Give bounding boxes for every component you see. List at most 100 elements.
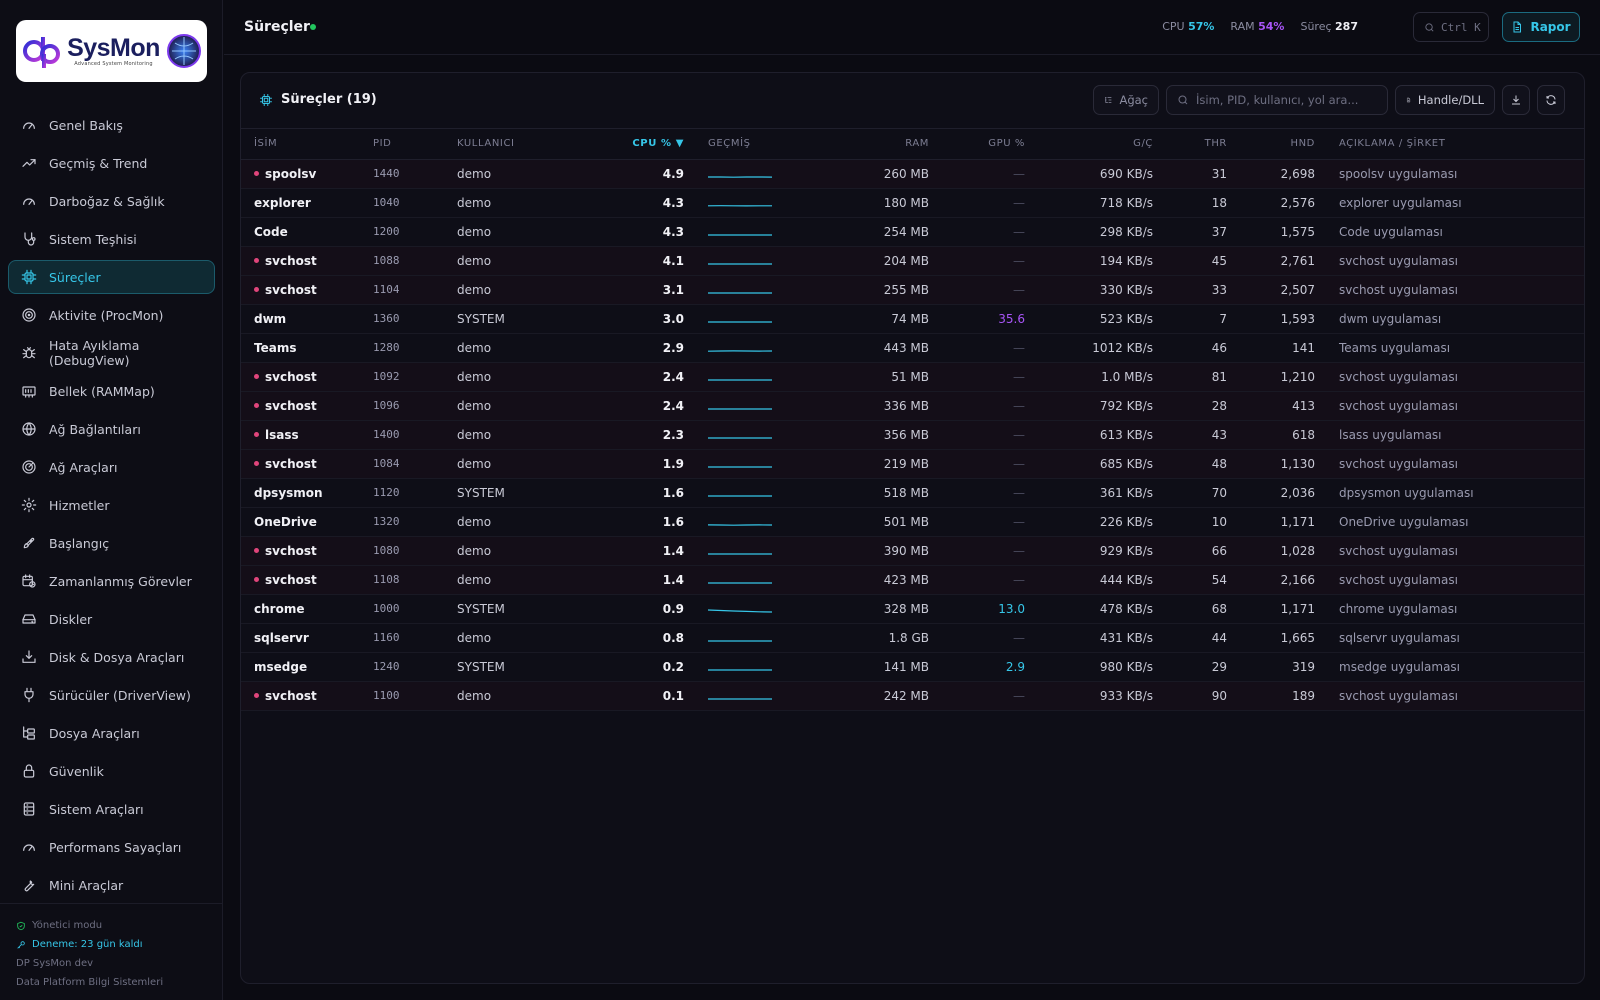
column-header-io[interactable]: G/Ç [1025,129,1153,159]
handles-cell: 1,028 [1280,543,1315,558]
user-cell: demo [457,572,492,587]
process-name: svchost [265,688,317,703]
live-status-dot [310,24,316,30]
user-cell: demo [457,630,492,645]
table-row[interactable]: msedge 1240 SYSTEM 0.2 141 MB 2.9 980 KB/s 29 31… [241,652,1584,681]
sidebar-item-diskler[interactable]: Diskler [8,602,215,636]
table-row[interactable]: svchost 1104 demo 3.1 255 MB — 330 KB/s 33 2,507… [241,275,1584,304]
pid-cell: 1200 [373,225,400,238]
pid-cell: 1440 [373,167,400,180]
product-version: DP SysMon dev [16,958,94,969]
table-row[interactable]: svchost 1084 demo 1.9 219 MB — 685 KB/s 48 1,130… [241,449,1584,478]
process-search-input[interactable]: İsim, PID, kullanıcı, yol ara... [1166,85,1388,115]
command-palette-button[interactable]: Ctrl K [1413,12,1489,42]
process-name-cell: msedge [241,652,373,681]
io-cell: 613 KB/s [1099,427,1153,442]
trial-indicator[interactable]: Deneme: 23 gün kaldı [16,935,223,954]
tree-view-button[interactable]: Ağaç [1093,85,1159,115]
table-row[interactable]: svchost 1108 demo 1.4 423 MB — 444 KB/s 54 2,166… [241,565,1584,594]
sidebar: SysMon Advanced System Monitoring Genel … [0,0,223,1000]
io-cell: 523 KB/s [1099,311,1153,326]
column-header-gpu[interactable]: GPU % [929,129,1025,159]
column-header-ram[interactable]: RAM [814,129,929,159]
io-cell: 792 KB/s [1099,398,1153,413]
lock-icon [21,763,37,779]
sidebar-item-suruculer[interactable]: Sürücüler (DriverView) [8,678,215,712]
table-row[interactable]: explorer 1040 demo 4.3 180 MB — 718 KB/s 18 2,57… [241,188,1584,217]
pid-cell: 1096 [373,399,400,412]
sidebar-item-aktivite[interactable]: Aktivite (ProcMon) [8,298,215,332]
handle-dll-button[interactable]: Handle/DLL [1395,85,1495,115]
gpu-cell: — [1013,398,1025,413]
process-name-cell: sqlservr [241,623,373,652]
threads-cell: 46 [1211,340,1227,355]
cpu-cell: 1.6 [662,485,684,500]
sidebar-item-sistem-teshisi[interactable]: Sistem Teşhisi [8,222,215,256]
column-header-threads[interactable]: THR [1153,129,1227,159]
table-row[interactable]: spoolsv 1440 demo 4.9 260 MB — 690 KB/s 31 2,698… [241,159,1584,188]
table-row[interactable]: sqlservr 1160 demo 0.8 1.8 GB — 431 KB/s 44 1,66… [241,623,1584,652]
column-header-user[interactable]: KULLANICI [457,129,567,159]
table-row[interactable]: svchost 1100 demo 0.1 242 MB — 933 KB/s 90 189 sv… [241,681,1584,710]
gpu-cell: — [1013,224,1025,239]
app-logo[interactable]: SysMon Advanced System Monitoring [16,20,207,82]
sidebar-item-zamanlanmis-gorevler[interactable]: Zamanlanmış Görevler [8,564,215,598]
column-header-handles[interactable]: HND [1227,129,1315,159]
sidebar-item-dosya-araclari[interactable]: Dosya Araçları [8,716,215,750]
sidebar-item-baslangic[interactable]: Başlangıç [8,526,215,560]
refresh-button[interactable] [1537,85,1565,115]
table-row[interactable]: dwm 1360 SYSTEM 3.0 74 MB 35.6 523 KB/s 7 1,593 d… [241,304,1584,333]
sidebar-item-ag-baglantilari[interactable]: Ağ Bağlantıları [8,412,215,446]
sidebar-item-bellek[interactable]: Bellek (RAMMap) [8,374,215,408]
sidebar-item-disk-dosya-araclari[interactable]: Disk & Dosya Araçları [8,640,215,674]
process-name-cell: svchost [241,681,373,710]
process-name: Code [254,224,288,239]
gpu-cell: 13.0 [998,601,1025,616]
sidebar-item-hata-ayiklama[interactable]: Hata Ayıklama (DebugView) [8,336,215,370]
cpu-cell: 0.8 [662,630,684,645]
table-row[interactable]: chrome 1000 SYSTEM 0.9 328 MB 13.0 478 KB/s 68 1… [241,594,1584,623]
table-row[interactable]: OneDrive 1320 demo 1.6 501 MB — 226 KB/s 10 1,17… [241,507,1584,536]
sidebar-item-surecler[interactable]: Süreçler [8,260,215,294]
sidebar-item-gecmis-trend[interactable]: Geçmiş & Trend [8,146,215,180]
sidebar-item-ag-araclari[interactable]: Ağ Araçları [8,450,215,484]
history-cell [684,188,814,217]
table-row[interactable]: Teams 1280 demo 2.9 443 MB — 1012 KB/s 46 141 Tea… [241,333,1584,362]
handles-cell: 2,036 [1280,485,1315,500]
sidebar-item-guvenlik[interactable]: Güvenlik [8,754,215,788]
sidebar-item-label: Sistem Araçları [49,801,144,817]
table-row[interactable]: svchost 1088 demo 4.1 204 MB — 194 KB/s 45 2,761… [241,246,1584,275]
table-row[interactable]: lsass 1400 demo 2.3 356 MB — 613 KB/s 43 618 lsas… [241,420,1584,449]
cpu-sparkline [708,575,772,585]
sidebar-item-label: Darboğaz & Sağlık [49,193,165,209]
column-header-description[interactable]: AÇIKLAMA / ŞİRKET [1315,129,1584,159]
history-cell [684,449,814,478]
dp-logo-icon [23,37,61,68]
report-button[interactable]: Rapor [1502,12,1580,42]
table-row[interactable]: dpsysmon 1120 SYSTEM 1.6 518 MB — 361 KB/s 70 2,… [241,478,1584,507]
handles-cell: 1,593 [1280,311,1315,326]
description-cell: dwm uygulaması [1339,311,1442,326]
sidebar-item-hizmetler[interactable]: Hizmetler [8,488,215,522]
table-row[interactable]: Code 1200 demo 4.3 254 MB — 298 KB/s 37 1,575 Cod… [241,217,1584,246]
sidebar-item-performans-sayaclari[interactable]: Performans Sayaçları [8,830,215,864]
column-header-name[interactable]: İSİM [241,129,373,159]
table-row[interactable]: svchost 1092 demo 2.4 51 MB — 1.0 MB/s 81 1,210 s… [241,362,1584,391]
column-header-cpu[interactable]: CPU % ▼ [567,129,684,159]
history-cell [684,536,814,565]
table-row[interactable]: svchost 1096 demo 2.4 336 MB — 792 KB/s 28 413 sv… [241,391,1584,420]
cpu-sparkline [707,604,773,614]
table-row[interactable]: svchost 1080 demo 1.4 390 MB — 929 KB/s 66 1,028… [241,536,1584,565]
export-button[interactable] [1502,85,1530,115]
sidebar-item-mini-araclar[interactable]: Mini Araçlar [8,868,215,902]
sidebar-item-label: Zamanlanmış Görevler [49,573,192,589]
cpu-sparkline [708,227,772,237]
column-header-pid[interactable]: PID [373,129,457,159]
history-cell [684,652,814,681]
sidebar-item-darbogaz-saglik[interactable]: Darboğaz & Sağlık [8,184,215,218]
sidebar-item-genel-bakis[interactable]: Genel Bakış [8,108,215,142]
tree-view-label: Ağaç [1119,93,1148,107]
column-header-history[interactable]: GEÇMİŞ [684,129,814,159]
sidebar-item-sistem-araclari[interactable]: Sistem Araçları [8,792,215,826]
gpu-cell: — [1013,485,1025,500]
